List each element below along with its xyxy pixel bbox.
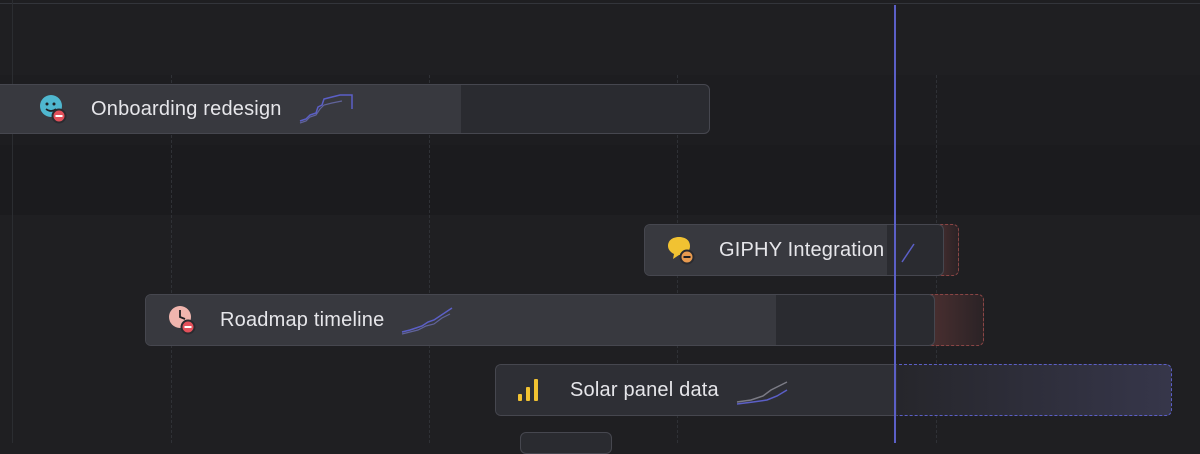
left-gutter-line bbox=[12, 0, 13, 443]
planned-extension bbox=[894, 364, 1172, 416]
project-bar-roadmap-timeline[interactable]: Roadmap timeline bbox=[145, 294, 935, 346]
progress-sparkline bbox=[901, 243, 915, 263]
clock-icon bbox=[166, 305, 196, 335]
project-bar-partial[interactable] bbox=[520, 432, 612, 454]
header-divider bbox=[0, 3, 1200, 4]
project-name: GIPHY Integration bbox=[719, 238, 885, 261]
onboarding-icon bbox=[37, 94, 67, 124]
progress-sparkline bbox=[402, 307, 453, 335]
project-bar-solar-panel-data[interactable]: Solar panel data bbox=[495, 364, 897, 416]
project-bar-onboarding-redesign[interactable]: Onboarding redesign bbox=[0, 84, 710, 134]
progress-sparkline bbox=[736, 381, 788, 405]
project-name: Onboarding redesign bbox=[91, 97, 282, 120]
project-bar-giphy-integration[interactable]: GIPHY Integration bbox=[644, 224, 944, 276]
project-name: Roadmap timeline bbox=[220, 308, 385, 331]
progress-sparkline bbox=[299, 94, 353, 124]
row-band-2 bbox=[0, 145, 1200, 215]
today-marker bbox=[894, 5, 896, 443]
bar-chart-icon bbox=[516, 375, 546, 405]
chat-bubble-icon bbox=[665, 235, 695, 265]
overdue-indicator bbox=[930, 294, 984, 346]
project-name: Solar panel data bbox=[570, 378, 719, 401]
